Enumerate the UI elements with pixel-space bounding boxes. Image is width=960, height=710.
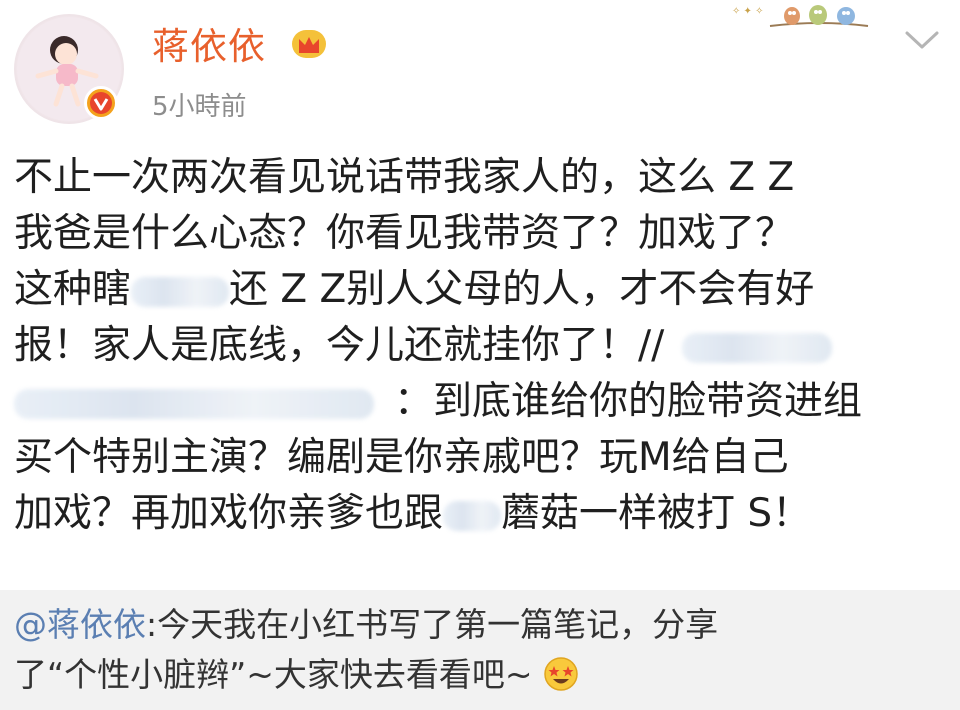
weibo-post: 蒋依依 5小時前 ✧ ✦ ✧ 不止一次两次看见说话带我家人的，这么 Z Z 我爸… — [0, 0, 960, 590]
post-line: 报！家人是底线，今儿还就挂你了！// — [14, 318, 946, 374]
post-text: 这种瞎 — [14, 267, 132, 312]
post-line: ：到底谁给你的脸带资进组 — [14, 374, 946, 430]
post-text: 还 Z Z别人父母的人，才不会有好 — [229, 267, 815, 312]
blurred-username — [682, 332, 833, 363]
chevron-down-icon[interactable] — [904, 30, 940, 50]
crown-icon — [292, 30, 326, 58]
repost-line: :今天我在小红书写了第一篇笔记，分享 — [146, 605, 719, 644]
post-text: 蘑菇一样被打 S！ — [501, 491, 812, 536]
repost-text: @蒋依依:今天我在小红书写了第一篇笔记，分享 了“个性小脏辫”~大家快去看看吧~ — [14, 600, 946, 700]
post-line: 我爸是什么心态？你看见我带资了？加戏了？ — [14, 211, 795, 256]
blurred-text — [443, 500, 502, 531]
star-struck-emoji-icon — [544, 657, 578, 691]
blurred-username — [14, 388, 374, 419]
username[interactable]: 蒋依依 — [152, 16, 266, 70]
svg-text:✧ ✦ ✧: ✧ ✦ ✧ — [732, 6, 764, 17]
post-line: 买个特别主演？编剧是你亲戚吧？玩M给自己 — [14, 435, 789, 480]
post-line: 这种瞎 还 Z Z别人父母的人，才不会有好 — [14, 262, 946, 318]
repost-block[interactable]: @蒋依依:今天我在小红书写了第一篇笔记，分享 了“个性小脏辫”~大家快去看看吧~ — [0, 590, 960, 710]
verified-icon — [84, 86, 118, 120]
birds-decoration-icon: ✧ ✦ ✧ — [732, 5, 869, 27]
timestamp: 5小時前 — [152, 92, 247, 122]
post-line: 不止一次两次看见说话带我家人的，这么 Z Z — [14, 155, 795, 200]
mention-link[interactable]: @蒋依依 — [14, 605, 146, 644]
post-text: ：到底谁给你的脸带资进组 — [394, 379, 863, 424]
repost-line: 了“个性小脏辫”~大家快去看看吧~ — [14, 655, 533, 694]
post-line: 加戏？再加戏你亲爹也跟 蘑菇一样被打 S！ — [14, 486, 946, 542]
post-text: 加戏？再加戏你亲爹也跟 — [14, 491, 444, 536]
post-content: 不止一次两次看见说话带我家人的，这么 Z Z 我爸是什么心态？你看见我带资了？加… — [14, 150, 946, 542]
blurred-text — [131, 276, 230, 307]
post-text: 报！家人是底线，今儿还就挂你了！// — [14, 323, 665, 368]
